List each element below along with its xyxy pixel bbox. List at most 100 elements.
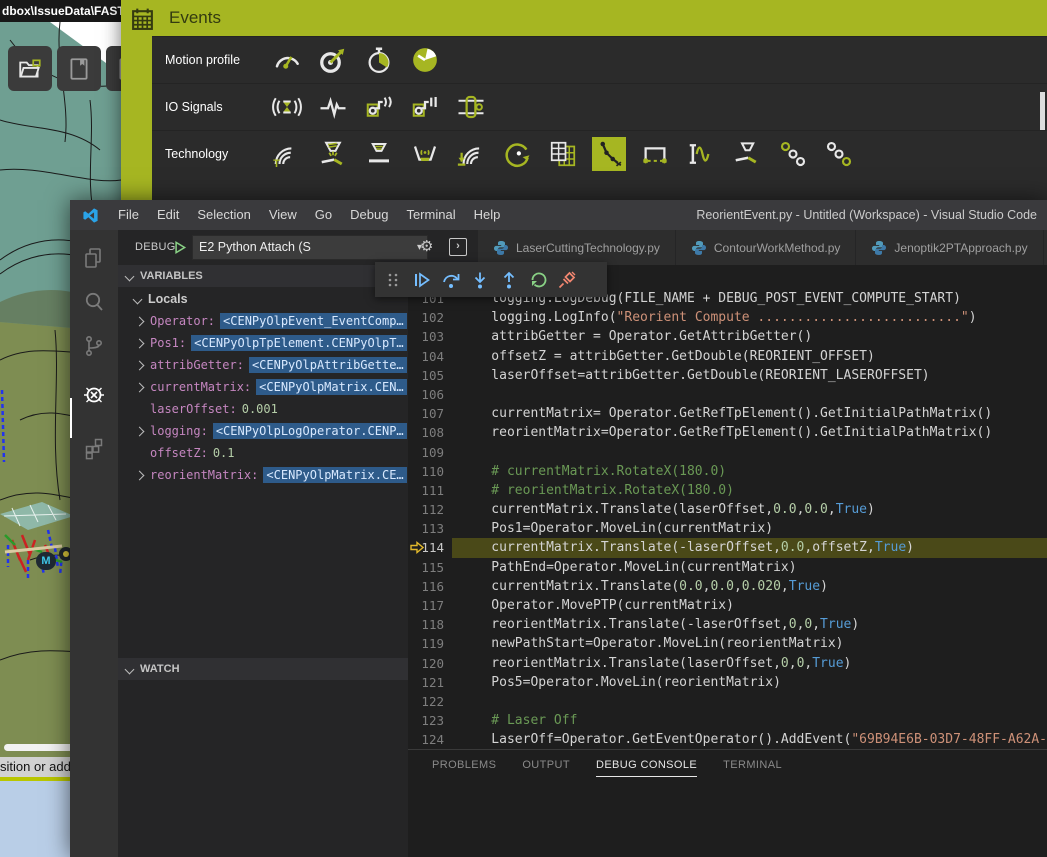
chain-points-end-icon[interactable] (822, 137, 856, 171)
nozzle-tilt-icon[interactable] (730, 137, 764, 171)
signal-rise-close-icon[interactable] (408, 90, 442, 124)
step-into-button[interactable] (470, 270, 490, 290)
extensions-icon[interactable] (82, 436, 106, 460)
code-line[interactable]: 102 logging.LogInfo("Reorient Compute ..… (408, 308, 1047, 327)
open-debug-console-button[interactable]: › (449, 238, 467, 256)
vscode-titlebar[interactable]: FileEditSelectionViewGoDebugTerminalHelp… (70, 200, 1047, 230)
panel-tab[interactable]: DEBUG CONSOLE (596, 759, 697, 777)
code-line[interactable]: 109 (408, 443, 1047, 462)
sensor-cup-icon[interactable] (408, 137, 442, 171)
editor-tab[interactable]: Jenoptik2PTApproach.py (856, 230, 1043, 265)
target-dart-icon[interactable] (316, 43, 350, 77)
code-line[interactable]: 106 (408, 385, 1047, 404)
code-editor[interactable]: 101 logging.LogDebug(FILE_NAME + DEBUG_P… (408, 265, 1047, 750)
gauge-icon[interactable] (270, 43, 304, 77)
code-line[interactable]: 115 PathEnd=Operator.MoveLin(currentMatr… (408, 558, 1047, 577)
bridge-gap-icon[interactable] (638, 137, 672, 171)
drag-handle-icon[interactable] (383, 270, 403, 290)
continue-button[interactable] (412, 270, 432, 290)
code-line[interactable]: 124 LaserOff=Operator.GetEventOperator()… (408, 730, 1047, 749)
variables-section-header[interactable]: VARIABLES (118, 265, 408, 287)
events-titlebar[interactable]: Events (121, 0, 1047, 36)
code-line[interactable]: 108 reorientMatrix=Operator.GetRefTpElem… (408, 423, 1047, 442)
wobble-icon[interactable] (684, 137, 718, 171)
pulse-icon[interactable] (316, 90, 350, 124)
code-line[interactable]: 121 Pos5=Operator.MoveLin(reorientMatrix… (408, 673, 1047, 692)
code-line[interactable]: 110 # currentMatrix.RotateX(180.0) (408, 462, 1047, 481)
debug-config-dropdown[interactable]: E2 Python Attach (S ▾ (192, 235, 428, 260)
editor-tab[interactable] (1044, 230, 1047, 265)
variable-row[interactable]: Operator: <CENPyOlpEvent_EventComp… (118, 310, 408, 332)
speed-dial-icon[interactable] (408, 43, 442, 77)
watch-section-header[interactable]: WATCH (118, 658, 408, 680)
chevron-right-icon[interactable] (135, 316, 145, 326)
restart-button[interactable] (528, 270, 548, 290)
editor-tab[interactable]: ContourWorkMethod.py (676, 230, 857, 265)
menu-item[interactable]: Selection (188, 200, 259, 230)
chevron-right-icon[interactable] (135, 382, 145, 392)
start-debug-button[interactable] (171, 239, 188, 256)
document-button[interactable] (57, 46, 101, 91)
panel-tab[interactable]: TERMINAL (723, 759, 782, 777)
chevron-right-icon[interactable] (135, 470, 145, 480)
source-control-icon[interactable] (82, 334, 106, 358)
disconnect-button[interactable] (557, 270, 577, 290)
code-line[interactable]: 111 # reorientMatrix.RotateX(180.0) (408, 481, 1047, 500)
menu-item[interactable]: Go (306, 200, 341, 230)
variable-row[interactable]: Pos1: <CENPyOlpTpElement.CENPyOlpT… (118, 332, 408, 354)
code-line[interactable]: 107 currentMatrix= Operator.GetRefTpElem… (408, 404, 1047, 423)
chevron-right-icon[interactable] (135, 360, 145, 370)
wireless-wait-icon[interactable] (270, 90, 304, 124)
connector-icon[interactable] (454, 90, 488, 124)
menu-item[interactable]: Help (465, 200, 510, 230)
code-line[interactable]: 122 (408, 692, 1047, 711)
code-line[interactable]: 112 currentMatrix.Translate(laserOffset,… (408, 500, 1047, 519)
step-out-button[interactable] (499, 270, 519, 290)
chevron-right-icon[interactable] (135, 426, 145, 436)
chain-points-icon[interactable] (776, 137, 810, 171)
debug-toolbar[interactable] (375, 262, 607, 297)
code-line[interactable]: 104 offsetZ = attribGetter.GetDouble(REO… (408, 347, 1047, 366)
variable-row[interactable]: laserOffset: 0.001 (118, 398, 408, 420)
panel-tab[interactable]: OUTPUT (522, 759, 570, 777)
parameter-table-icon[interactable] (546, 137, 580, 171)
code-line[interactable]: 120 reorientMatrix.Translate(laserOffset… (408, 654, 1047, 673)
code-line[interactable]: 113 Pos1=Operator.MoveLin(currentMatrix) (408, 519, 1047, 538)
code-line[interactable]: 103 attribGetter = Operator.GetAttribGet… (408, 327, 1047, 346)
panel-tab[interactable]: PROBLEMS (432, 759, 496, 777)
chevron-right-icon[interactable] (135, 338, 145, 348)
menu-item[interactable]: Edit (148, 200, 188, 230)
viewport-scrollbar[interactable] (4, 744, 76, 751)
editor-tab[interactable]: LaserCuttingTechnology.py (478, 230, 676, 265)
debug-icon[interactable] (82, 382, 106, 406)
nozzle-surface-icon[interactable] (362, 137, 396, 171)
menu-item[interactable]: View (260, 200, 306, 230)
signal-rise-open-icon[interactable] (362, 90, 396, 124)
variable-row[interactable]: attribGetter: <CENPyOlpAttribGette… (118, 354, 408, 376)
variable-row[interactable]: logging: <CENPyOlpLogOperator.CENP… (118, 420, 408, 442)
code-line[interactable]: 117 Operator.MovePTP(currentMatrix) (408, 596, 1047, 615)
document-save-button[interactable] (106, 46, 121, 91)
code-line[interactable]: 116 currentMatrix.Translate(0.0,0.0,0.02… (408, 577, 1047, 596)
gear-icon[interactable]: ⚙ (420, 237, 433, 257)
variable-row[interactable]: reorientMatrix: <CENPyOlpMatrix.CE… (118, 464, 408, 486)
menu-item[interactable]: Terminal (397, 200, 464, 230)
menu-item[interactable]: File (109, 200, 148, 230)
variable-row[interactable]: currentMatrix: <CENPyOlpMatrix.CEN… (118, 376, 408, 398)
variable-row[interactable]: offsetZ: 0.1 (118, 442, 408, 464)
search-icon[interactable] (82, 290, 106, 314)
code-line[interactable]: 118 reorientMatrix.Translate(-laserOffse… (408, 615, 1047, 634)
reorient-path-icon[interactable] (592, 137, 626, 171)
explorer-icon[interactable] (82, 246, 106, 270)
code-line[interactable]: 114 currentMatrix.Translate(-laserOffset… (408, 538, 1047, 557)
open-folder-button[interactable] (8, 46, 52, 91)
scope-locals[interactable]: Locals (118, 288, 408, 310)
code-line[interactable]: 119 newPathStart=Operator.MoveLin(reorie… (408, 634, 1047, 653)
waves-approach-icon[interactable] (454, 137, 488, 171)
stopwatch-icon[interactable] (362, 43, 396, 77)
technology-waves-icon[interactable] (270, 137, 304, 171)
step-over-button[interactable] (441, 270, 461, 290)
menu-item[interactable]: Debug (341, 200, 397, 230)
rotate-point-icon[interactable] (500, 137, 534, 171)
laser-spark-icon[interactable] (316, 137, 350, 171)
